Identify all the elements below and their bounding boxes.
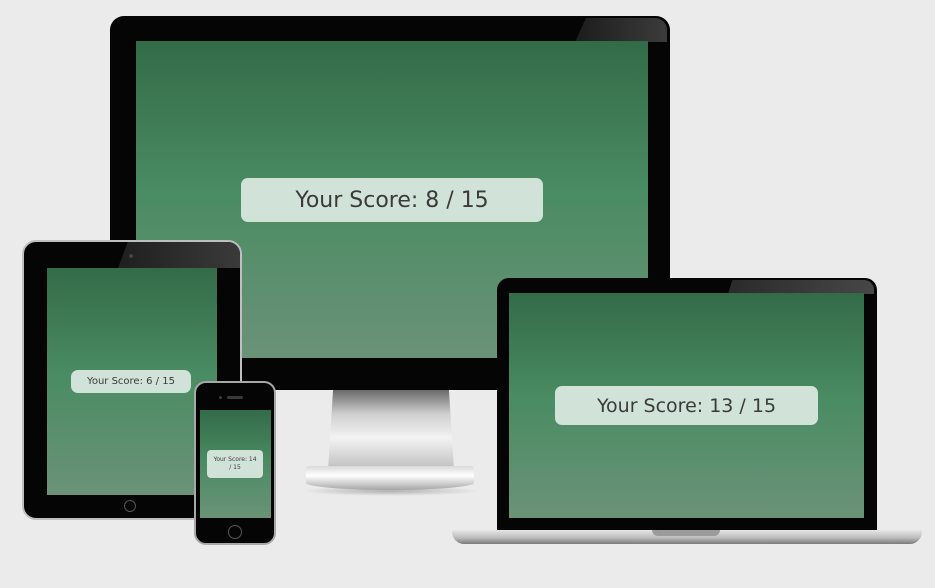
laptop-score-box: Your Score: 13 / 15 <box>555 386 818 425</box>
responsive-mockup: Your Score: 8 / 15 Your Score: 13 / 15 Y… <box>0 0 935 588</box>
laptop-trackpad-notch <box>652 530 720 536</box>
monitor-stand-neck <box>328 390 454 470</box>
phone-score-text-line1: Your Score: 14 <box>213 456 257 463</box>
tablet-score-text: Your Score: 6 / 15 <box>87 376 175 387</box>
tablet-score-box: Your Score: 6 / 15 <box>71 370 191 393</box>
phone-screen: Your Score: 14 / 15 <box>200 410 271 518</box>
tablet-screen: Your Score: 6 / 15 <box>47 268 217 495</box>
monitor-glare <box>575 18 667 42</box>
phone-score-box: Your Score: 14 / 15 <box>207 450 263 478</box>
monitor-score-box: Your Score: 8 / 15 <box>241 178 543 222</box>
phone-speaker <box>227 396 243 399</box>
phone-home-button <box>228 525 242 539</box>
laptop-screen: Your Score: 13 / 15 <box>509 293 864 518</box>
laptop-glare <box>728 280 874 294</box>
laptop-score-text: Your Score: 13 / 15 <box>596 394 777 417</box>
tablet-camera-icon <box>129 254 133 258</box>
phone-score-text-line2: / 15 <box>229 464 241 471</box>
phone-camera-icon <box>219 396 222 399</box>
tablet-glare <box>118 242 240 268</box>
monitor-stand-foot <box>306 466 474 490</box>
monitor-score-text: Your Score: 8 / 15 <box>295 187 489 213</box>
tablet-home-button <box>124 500 136 512</box>
